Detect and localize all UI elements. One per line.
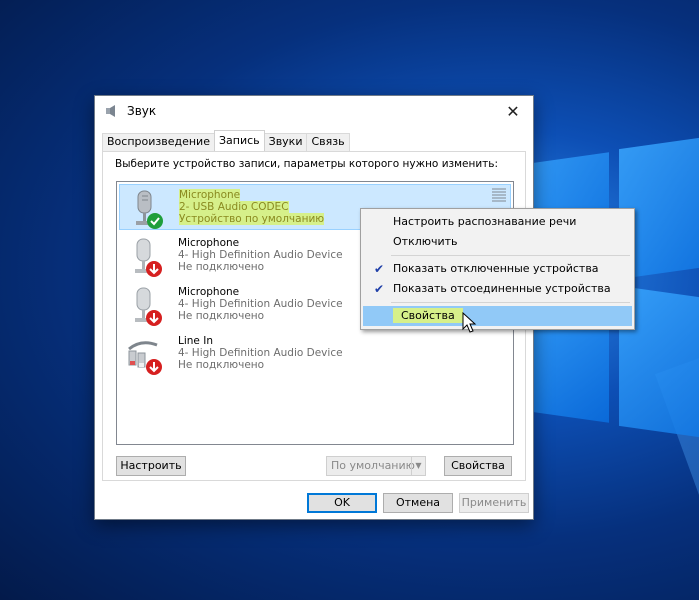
menu-item-label: Показать отсоединенные устройства	[393, 282, 611, 295]
properties-button[interactable]: Свойства	[444, 456, 512, 476]
tab-strip: Воспроизведение Запись Звуки Связь	[102, 130, 350, 151]
microphone-unplugged-icon	[135, 287, 162, 326]
close-icon: ✕	[506, 101, 520, 121]
microphone-default-icon	[136, 190, 163, 229]
level-meter	[492, 188, 506, 206]
device-name: Microphone	[178, 286, 240, 298]
device-status: Не подключено	[178, 359, 265, 371]
menu-item-properties[interactable]: Свойства	[363, 306, 632, 326]
line-in-unplugged-icon	[128, 341, 162, 375]
set-default-label: По умолчанию	[331, 459, 415, 472]
device-name: Line In	[178, 335, 213, 347]
menu-item-label: Настроить распознавание речи	[393, 215, 577, 228]
menu-item-label: Свойства	[393, 308, 463, 323]
menu-item-speech-recognition[interactable]: Настроить распознавание речи	[363, 212, 632, 232]
checkmark-icon: ✔	[373, 262, 385, 276]
menu-separator	[391, 255, 630, 256]
mouse-cursor-icon	[462, 312, 477, 333]
device-name: Microphone	[178, 237, 240, 249]
device-description: 4- High Definition Audio Device	[178, 249, 343, 261]
close-button[interactable]: ✕	[493, 96, 533, 126]
configure-button[interactable]: Настроить	[116, 456, 186, 476]
device-item[interactable]: Line In 4- High Definition Audio Device …	[119, 331, 511, 377]
chevron-down-icon: ▼	[411, 457, 425, 475]
device-description: 2- USB Audio CODEC	[179, 201, 289, 213]
device-description: 4- High Definition Audio Device	[178, 347, 343, 359]
device-name: Microphone	[179, 189, 241, 201]
device-description: 4- High Definition Audio Device	[178, 298, 343, 310]
cancel-button[interactable]: Отмена	[383, 493, 453, 513]
tab-playback[interactable]: Воспроизведение	[102, 133, 215, 151]
speaker-icon	[106, 105, 115, 117]
device-status: Не подключено	[178, 261, 265, 273]
window-title: Звук	[127, 104, 157, 118]
title-bar: Звук ✕	[95, 96, 533, 126]
set-default-button[interactable]: По умолчанию ▼	[326, 456, 426, 476]
device-status: Не подключено	[178, 310, 265, 322]
ok-button[interactable]: OK	[307, 493, 377, 513]
menu-item-disable[interactable]: Отключить	[363, 232, 632, 252]
tab-recording[interactable]: Запись	[213, 130, 265, 151]
menu-item-label: Отключить	[393, 235, 458, 248]
context-menu: Настроить распознавание речи Отключить ✔…	[360, 208, 635, 330]
checkmark-icon: ✔	[373, 282, 385, 296]
apply-button[interactable]: Применить	[459, 493, 529, 513]
menu-separator	[391, 302, 630, 303]
tab-sounds[interactable]: Звуки	[263, 133, 308, 151]
device-status: Устройство по умолчанию	[179, 213, 325, 225]
tab-communications[interactable]: Связь	[306, 133, 350, 151]
menu-item-show-disabled[interactable]: ✔ Показать отключенные устройства	[363, 259, 632, 279]
menu-item-show-disconnected[interactable]: ✔ Показать отсоединенные устройства	[363, 279, 632, 299]
menu-item-label: Показать отключенные устройства	[393, 262, 599, 275]
instruction-text: Выберите устройство записи, параметры ко…	[115, 158, 499, 170]
microphone-unplugged-icon	[135, 238, 162, 277]
